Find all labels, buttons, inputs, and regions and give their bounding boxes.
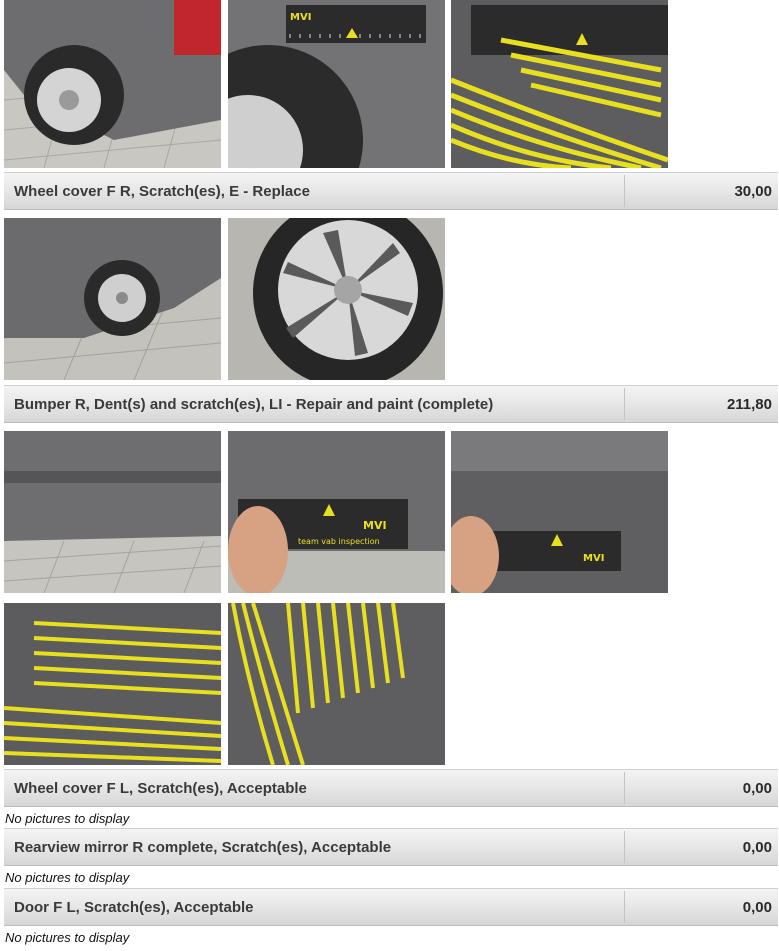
damage-amount: 0,00: [742, 839, 772, 856]
damage-title: Door F L, Scratch(es), Acceptable: [14, 899, 254, 916]
damage-row[interactable]: Door F L, Scratch(es), Acceptable 0,00: [4, 888, 778, 926]
no-pictures-note: No pictures to display: [5, 811, 130, 826]
ruler-brand: MVI: [363, 519, 387, 532]
damage-photo[interactable]: [4, 603, 221, 765]
damage-photo[interactable]: [4, 218, 221, 380]
damage-row[interactable]: Bumper R, Dent(s) and scratch(es), LI - …: [4, 385, 778, 423]
column-divider: [624, 175, 625, 207]
damage-row[interactable]: Wheel cover F L, Scratch(es), Acceptable…: [4, 769, 778, 807]
damage-photo[interactable]: MVI team vab inspection: [228, 431, 445, 593]
damage-amount: 211,80: [726, 396, 772, 413]
no-pictures-note: No pictures to display: [5, 930, 130, 945]
damage-row[interactable]: Wheel cover F R, Scratch(es), E - Replac…: [4, 172, 778, 210]
column-divider: [624, 772, 625, 804]
damage-row[interactable]: Rearview mirror R complete, Scratch(es),…: [4, 828, 778, 866]
no-pictures-note: No pictures to display: [5, 870, 130, 885]
damage-photo[interactable]: [451, 0, 668, 168]
damage-title: Rearview mirror R complete, Scratch(es),…: [14, 839, 392, 856]
column-divider: [624, 388, 625, 420]
ruler-text: team vab inspection: [298, 537, 380, 546]
damage-photo[interactable]: [4, 431, 221, 593]
damage-title: Bumper R, Dent(s) and scratch(es), LI - …: [14, 396, 494, 413]
damage-amount: 0,00: [742, 780, 772, 797]
damage-title: Wheel cover F L, Scratch(es), Acceptable: [14, 780, 307, 797]
svg-text:MVI: MVI: [290, 12, 311, 23]
damage-photo[interactable]: MVI: [228, 0, 445, 168]
column-divider: [624, 831, 625, 863]
damage-photo[interactable]: [228, 218, 445, 380]
column-divider: [624, 891, 625, 923]
damage-photo[interactable]: [4, 0, 221, 168]
svg-text:MVI: MVI: [583, 553, 604, 564]
damage-amount: 30,00: [734, 183, 772, 200]
damage-photo[interactable]: MVI: [451, 431, 668, 593]
damage-amount: 0,00: [742, 899, 772, 916]
damage-photo[interactable]: [228, 603, 445, 765]
damage-title: Wheel cover F R, Scratch(es), E - Replac…: [14, 183, 310, 200]
